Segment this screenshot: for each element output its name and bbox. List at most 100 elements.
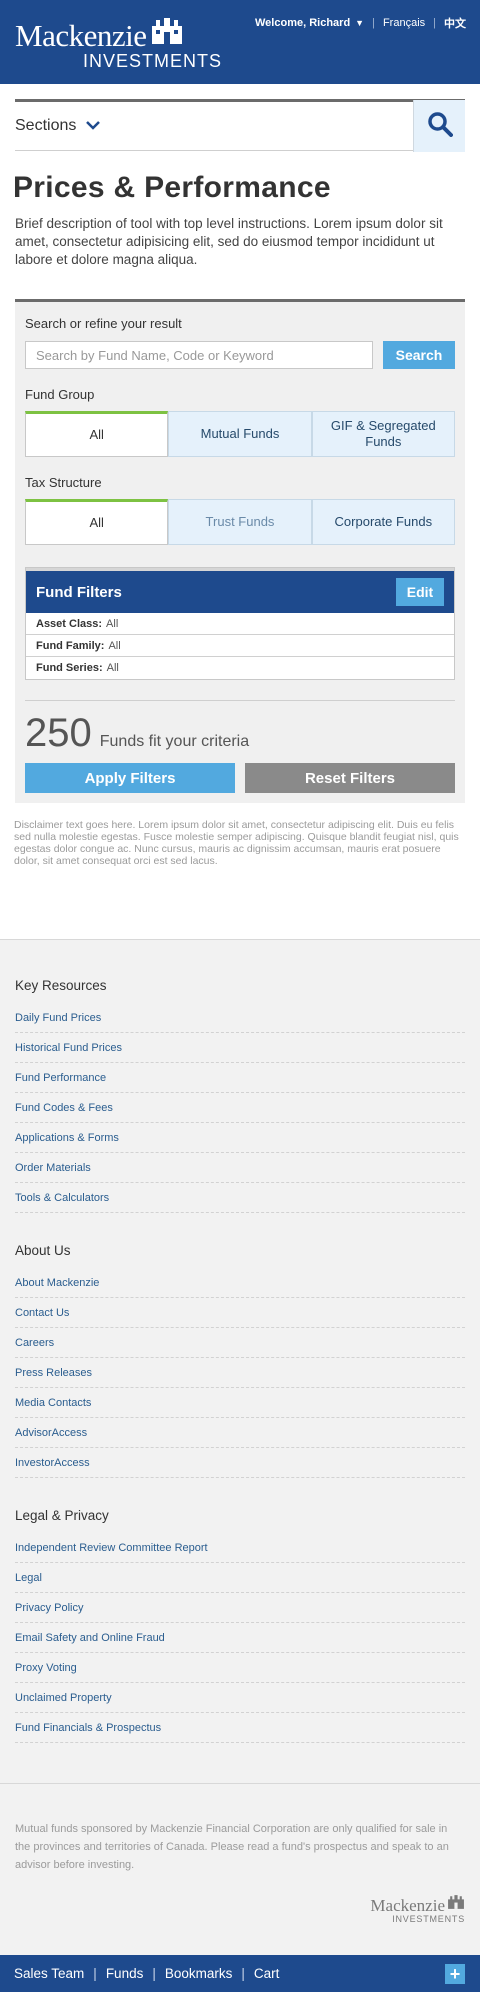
bottom-nav-bookmarks[interactable]: Bookmarks <box>165 1966 233 1981</box>
reset-filters-button[interactable]: Reset Filters <box>245 763 455 793</box>
page-title: Prices & Performance <box>13 171 331 204</box>
fund-group-label: Fund Group <box>25 387 95 402</box>
bottom-nav: Sales Team | Funds | Bookmarks | Cart <box>14 1966 279 1981</box>
tax-option-trust[interactable]: Trust Funds <box>168 499 312 545</box>
filter-key: Fund Series: <box>36 662 103 674</box>
result-count: 250 <box>25 711 92 755</box>
footer-link[interactable]: Fund Performance <box>15 1063 465 1093</box>
fund-filters-box: Fund Filters Edit Asset Class: All Fund … <box>25 567 455 680</box>
bottom-nav-funds[interactable]: Funds <box>106 1966 144 1981</box>
nav-separator: | <box>152 1966 156 1981</box>
footer-link[interactable]: Careers <box>15 1328 465 1358</box>
bottom-nav-bar: Sales Team | Funds | Bookmarks | Cart + <box>0 1955 480 1992</box>
page-description: Brief description of tool with top level… <box>15 216 443 267</box>
tax-option-corporate[interactable]: Corporate Funds <box>311 499 455 545</box>
filter-value: All <box>106 617 119 630</box>
nav-separator: | <box>241 1966 245 1981</box>
top-nav: Welcome, Richard ▼ | Français | 中文 <box>255 15 466 31</box>
fund-filters-header: Fund Filters Edit <box>26 568 454 613</box>
sections-bar: Sections <box>15 99 465 152</box>
footer-link[interactable]: About Mackenzie <box>15 1268 465 1298</box>
tax-option-all[interactable]: All <box>25 499 169 545</box>
footer-link[interactable]: Applications & Forms <box>15 1123 465 1153</box>
nav-separator: | <box>433 17 436 29</box>
disclaimer-text: Disclaimer text goes here. Lorem ipsum d… <box>14 819 459 867</box>
mackenzie-logo[interactable]: Mackenzie INVESTMENTS <box>15 16 222 71</box>
fund-group-selector: All Mutual Funds GIF & Segregated Funds <box>25 411 455 457</box>
footer-link[interactable]: Proxy Voting <box>15 1653 465 1683</box>
result-text: Funds fit your criteria <box>99 733 250 750</box>
footer-link[interactable]: Independent Review Committee Report <box>15 1533 465 1563</box>
logo-wordmark: Mackenzie <box>15 18 147 53</box>
fund-filters-title: Fund Filters <box>36 583 122 601</box>
footer-link[interactable]: Fund Codes & Fees <box>15 1093 465 1123</box>
search-icon <box>427 111 453 142</box>
footer-link[interactable]: Order Materials <box>15 1153 465 1183</box>
footer-link[interactable]: Media Contacts <box>15 1388 465 1418</box>
divider <box>25 700 455 701</box>
footer-link[interactable]: Historical Fund Prices <box>15 1033 465 1063</box>
bottom-nav-cart[interactable]: Cart <box>254 1966 280 1981</box>
site-header: Mackenzie INVESTMENTS Welcome, Richard ▼… <box>0 0 480 84</box>
footer-link[interactable]: AdvisorAccess <box>15 1418 465 1448</box>
caret-down-icon[interactable]: ▼ <box>355 18 364 28</box>
footer-links: Key Resources Daily Fund Prices Historic… <box>0 939 480 1955</box>
fund-group-option-mutual[interactable]: Mutual Funds <box>168 411 312 457</box>
fund-group-option-gif[interactable]: GIF & Segregated Funds <box>311 411 455 457</box>
footer-link[interactable]: Unclaimed Property <box>15 1683 465 1713</box>
filter-key: Asset Class: <box>36 617 103 630</box>
french-link[interactable]: Français <box>383 17 425 29</box>
footer-link[interactable]: Legal <box>15 1563 465 1593</box>
filter-row-fund-family: Fund Family: All <box>26 635 454 657</box>
footer-section-about-us: About Us About Mackenzie Contact Us Care… <box>15 1243 465 1478</box>
footer-link[interactable]: Tools & Calculators <box>15 1183 465 1213</box>
result-summary: 250 Funds fit your criteria <box>25 711 455 755</box>
search-row: Search <box>25 341 455 369</box>
fund-search-input[interactable] <box>25 341 373 369</box>
tax-structure-selector: All Trust Funds Corporate Funds <box>25 499 455 545</box>
footer-link[interactable]: Daily Fund Prices <box>15 1003 465 1033</box>
castle-logo-icon <box>150 16 184 49</box>
apply-filters-button[interactable]: Apply Filters <box>25 763 235 793</box>
legal-notice: Mutual funds sponsored by Mackenzie Fina… <box>0 1783 480 1955</box>
footer-link[interactable]: Contact Us <box>15 1298 465 1328</box>
logo-subtitle: INVESTMENTS <box>83 51 223 71</box>
footer-link[interactable]: Press Releases <box>15 1358 465 1388</box>
footer-section-title: Key Resources <box>15 978 107 993</box>
footer-link[interactable]: InvestorAccess <box>15 1448 465 1478</box>
tax-structure-label: Tax Structure <box>25 475 102 490</box>
chinese-link[interactable]: 中文 <box>444 15 466 31</box>
bottom-nav-sales-team[interactable]: Sales Team <box>14 1966 84 1981</box>
footer-logo-wordmark: Mackenzie <box>370 1896 445 1915</box>
sections-label: Sections <box>15 117 77 134</box>
filter-value: All <box>108 639 121 652</box>
footer-link[interactable]: Email Safety and Online Fraud <box>15 1623 465 1653</box>
filter-actions: Apply Filters Reset Filters <box>25 763 455 793</box>
site-search-button[interactable] <box>413 100 465 152</box>
filter-row-asset-class: Asset Class: All <box>26 613 454 635</box>
footer-logo-subtitle: INVESTMENTS <box>392 1914 465 1924</box>
search-button[interactable]: Search <box>383 341 455 369</box>
plus-icon[interactable]: + <box>445 1963 465 1984</box>
sections-dropdown[interactable]: Sections <box>15 117 101 135</box>
footer-link[interactable]: Privacy Policy <box>15 1593 465 1623</box>
footer-section-title: Legal & Privacy <box>15 1508 109 1523</box>
footer-section-title: About Us <box>15 1243 71 1258</box>
fund-group-option-all[interactable]: All <box>25 411 169 457</box>
nav-separator: | <box>372 17 375 29</box>
search-label: Search or refine your result <box>25 316 182 331</box>
footer-section-key-resources: Key Resources Daily Fund Prices Historic… <box>15 978 465 1213</box>
edit-filters-button[interactable]: Edit <box>396 578 444 606</box>
footer-logo: Mackenzie INVESTMENTS <box>15 1894 465 1925</box>
filter-panel: Search or refine your result Search Fund… <box>15 299 465 803</box>
welcome-menu[interactable]: Welcome, Richard <box>255 17 350 29</box>
castle-logo-icon <box>447 1894 465 1914</box>
footer-link[interactable]: Fund Financials & Prospectus <box>15 1713 465 1743</box>
filter-value: All <box>106 662 119 674</box>
legal-text: Mutual funds sponsored by Mackenzie Fina… <box>15 1823 449 1871</box>
nav-separator: | <box>93 1966 97 1981</box>
chevron-down-icon <box>86 117 101 135</box>
footer-section-legal-privacy: Legal & Privacy Independent Review Commi… <box>15 1508 465 1743</box>
filter-key: Fund Family: <box>36 639 105 652</box>
filter-row-fund-series: Fund Series: All <box>26 657 454 679</box>
